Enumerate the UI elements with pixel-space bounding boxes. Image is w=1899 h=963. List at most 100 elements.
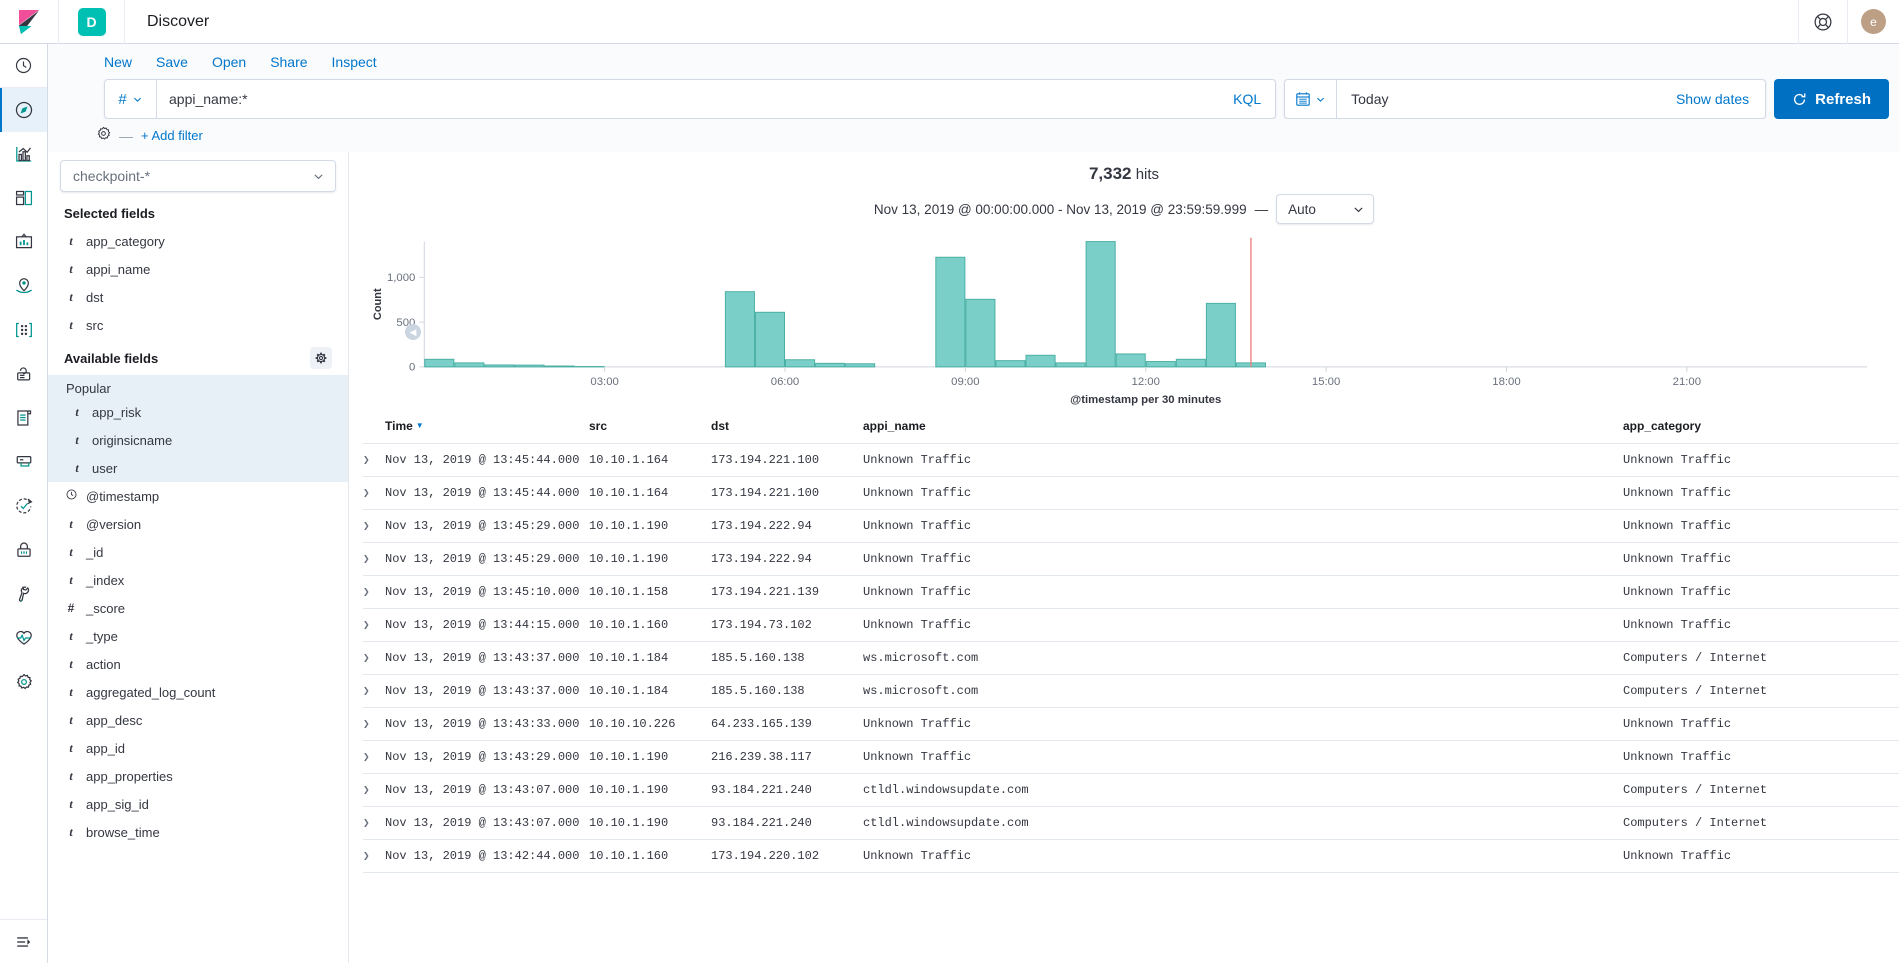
histogram-bar[interactable] <box>816 363 845 367</box>
histogram-bar[interactable] <box>515 365 544 367</box>
table-row[interactable]: ❯Nov 13, 2019 @ 13:42:44.00010.10.1.1601… <box>363 840 1899 873</box>
column-header-app_category[interactable]: app_category <box>1623 409 1899 444</box>
field-item-app_id[interactable]: t app_id <box>60 734 336 762</box>
column-header-time[interactable]: Time▼ <box>385 409 589 444</box>
expand-row-button[interactable]: ❯ <box>363 741 385 774</box>
field-item-app_desc[interactable]: t app_desc <box>60 706 336 734</box>
histogram-bar[interactable] <box>966 299 995 367</box>
app-badge[interactable]: D <box>59 0 125 44</box>
search-input[interactable]: appi_name:* <box>157 80 1233 118</box>
column-header-appi_name[interactable]: appi_name <box>863 409 1623 444</box>
expand-row-button[interactable]: ❯ <box>363 609 385 642</box>
sidebar-item-infrastructure[interactable] <box>0 352 47 396</box>
query-prefix-button[interactable]: # <box>105 80 157 118</box>
field-item-timestamp[interactable]: @timestamp <box>60 482 336 510</box>
histogram-bar[interactable] <box>846 364 875 367</box>
show-dates-button[interactable]: Show dates <box>1660 80 1765 118</box>
field-item-app_properties[interactable]: t app_properties <box>60 762 336 790</box>
expand-row-button[interactable]: ❯ <box>363 840 385 873</box>
field-item-_score[interactable]: # _score <box>60 594 336 622</box>
expand-row-button[interactable]: ❯ <box>363 708 385 741</box>
histogram-bar[interactable] <box>786 360 815 367</box>
histogram-chart[interactable]: 05001,000Count03:0006:0009:0012:0015:001… <box>349 224 1899 409</box>
table-row[interactable]: ❯Nov 13, 2019 @ 13:43:37.00010.10.1.1841… <box>363 675 1899 708</box>
table-row[interactable]: ❯Nov 13, 2019 @ 13:44:15.00010.10.1.1601… <box>363 609 1899 642</box>
field-item-_type[interactable]: t _type <box>60 622 336 650</box>
histogram-bar[interactable] <box>725 292 754 367</box>
avatar[interactable]: e <box>1847 0 1899 44</box>
sidebar-item-apm[interactable] <box>0 440 47 484</box>
sidebar-item-canvas[interactable] <box>0 220 47 264</box>
histogram-bar[interactable] <box>1116 354 1145 367</box>
field-item-app_risk[interactable]: t app_risk <box>66 398 330 426</box>
menu-item-open[interactable]: Open <box>200 54 258 70</box>
field-item-_index[interactable]: t _index <box>60 566 336 594</box>
histogram-bar[interactable] <box>545 366 574 367</box>
table-row[interactable]: ❯Nov 13, 2019 @ 13:43:37.00010.10.1.1841… <box>363 642 1899 675</box>
histogram-bar[interactable] <box>996 361 1025 367</box>
field-item-_id[interactable]: t _id <box>60 538 336 566</box>
expand-row-button[interactable]: ❯ <box>363 543 385 576</box>
interval-select[interactable]: Auto <box>1276 194 1374 224</box>
gear-icon[interactable] <box>310 347 332 369</box>
menu-item-save[interactable]: Save <box>144 54 200 70</box>
histogram-bar[interactable] <box>1206 303 1235 367</box>
histogram-bar[interactable] <box>1176 359 1205 367</box>
histogram-bar[interactable] <box>936 257 965 367</box>
field-item-app_category[interactable]: t app_category <box>60 227 336 255</box>
expand-row-button[interactable]: ❯ <box>363 642 385 675</box>
sidebar-item-logs[interactable] <box>0 396 47 440</box>
histogram-bar[interactable] <box>1086 242 1115 367</box>
collapse-nav-icon[interactable] <box>0 919 47 963</box>
sidebar-item-visualize[interactable] <box>0 132 47 176</box>
table-row[interactable]: ❯Nov 13, 2019 @ 13:43:07.00010.10.1.1909… <box>363 774 1899 807</box>
menu-item-share[interactable]: Share <box>258 54 319 70</box>
query-language-button[interactable]: KQL <box>1233 80 1275 118</box>
sidebar-item-machine-learning[interactable] <box>0 308 47 352</box>
histogram-bar[interactable] <box>1146 362 1175 367</box>
table-row[interactable]: ❯Nov 13, 2019 @ 13:45:10.00010.10.1.1581… <box>363 576 1899 609</box>
field-item-browse_time[interactable]: t browse_time <box>60 818 336 846</box>
column-header-src[interactable]: src <box>589 409 711 444</box>
sidebar-item-recently-viewed[interactable] <box>0 44 47 88</box>
sidebar-item-uptime[interactable] <box>0 484 47 528</box>
table-row[interactable]: ❯Nov 13, 2019 @ 13:43:33.00010.10.10.226… <box>363 708 1899 741</box>
expand-row-button[interactable]: ❯ <box>363 510 385 543</box>
table-row[interactable]: ❯Nov 13, 2019 @ 13:45:44.00010.10.1.1641… <box>363 444 1899 477</box>
field-item-user[interactable]: t user <box>66 454 330 482</box>
gear-icon[interactable] <box>96 126 111 146</box>
sidebar-item-discover[interactable] <box>0 88 47 132</box>
expand-row-button[interactable]: ❯ <box>363 444 385 477</box>
sidebar-item-monitoring[interactable] <box>0 616 47 660</box>
field-item-version[interactable]: t @version <box>60 510 336 538</box>
sidebar-item-dev-tools[interactable] <box>0 572 47 616</box>
collapse-sidebar-icon[interactable]: ◀ <box>405 324 421 340</box>
field-item-originsicname[interactable]: t originsicname <box>66 426 330 454</box>
sidebar-item-dashboard[interactable] <box>0 176 47 220</box>
expand-row-button[interactable]: ❯ <box>363 576 385 609</box>
expand-row-button[interactable]: ❯ <box>363 675 385 708</box>
date-quick-select-button[interactable] <box>1285 80 1337 118</box>
field-item-appi_name[interactable]: t appi_name <box>60 255 336 283</box>
date-range-value[interactable]: Today <box>1337 80 1660 118</box>
table-row[interactable]: ❯Nov 13, 2019 @ 13:45:29.00010.10.1.1901… <box>363 510 1899 543</box>
histogram-bar[interactable] <box>485 365 514 367</box>
field-item-src[interactable]: t src <box>60 311 336 339</box>
expand-row-button[interactable]: ❯ <box>363 477 385 510</box>
table-row[interactable]: ❯Nov 13, 2019 @ 13:45:29.00010.10.1.1901… <box>363 543 1899 576</box>
expand-row-button[interactable]: ❯ <box>363 807 385 840</box>
histogram-bar[interactable] <box>425 359 454 367</box>
menu-item-new[interactable]: New <box>104 54 144 70</box>
field-item-app_sig_id[interactable]: t app_sig_id <box>60 790 336 818</box>
field-item-action[interactable]: t action <box>60 650 336 678</box>
histogram-bar[interactable] <box>1026 355 1055 367</box>
help-life-ring-icon[interactable] <box>1798 0 1847 44</box>
field-item-aggregated_log_count[interactable]: t aggregated_log_count <box>60 678 336 706</box>
index-pattern-select[interactable]: checkpoint-* <box>60 160 336 192</box>
table-row[interactable]: ❯Nov 13, 2019 @ 13:45:44.00010.10.1.1641… <box>363 477 1899 510</box>
add-filter-button[interactable]: + Add filter <box>141 128 203 143</box>
sidebar-item-maps[interactable] <box>0 264 47 308</box>
sidebar-item-siem[interactable] <box>0 528 47 572</box>
kibana-logo-icon[interactable] <box>0 0 59 44</box>
table-row[interactable]: ❯Nov 13, 2019 @ 13:43:29.00010.10.1.1902… <box>363 741 1899 774</box>
